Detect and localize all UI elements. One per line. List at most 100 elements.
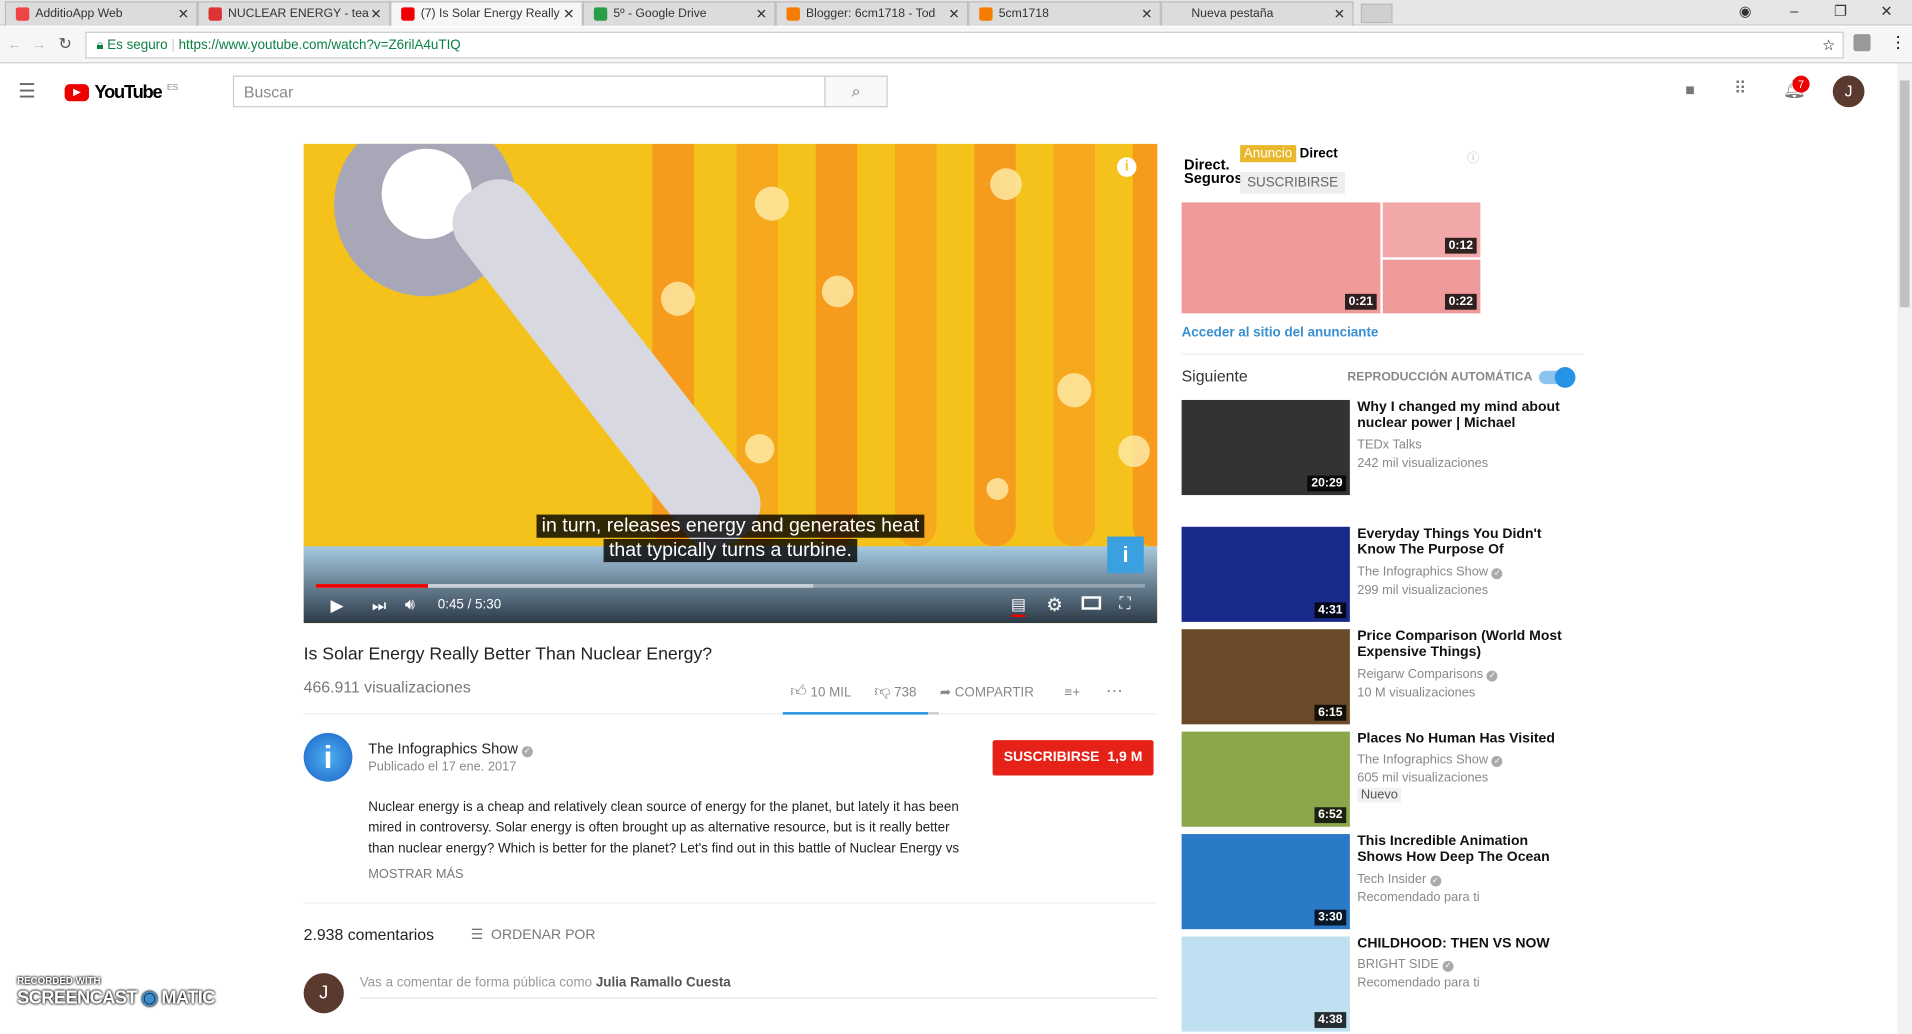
browser-tab[interactable]: 5º - Google Drive ✕ xyxy=(582,1,776,26)
page-scrollbar[interactable] xyxy=(1897,63,1912,1034)
video-title[interactable]: Price Comparison (World Most Expensive T… xyxy=(1357,629,1576,661)
volume-button[interactable]: 🔊︎ xyxy=(405,595,415,615)
video-title[interactable]: This Incredible Animation Shows How Deep… xyxy=(1357,834,1576,866)
browser-tab[interactable]: (7) Is Solar Energy Really ✕ xyxy=(390,1,583,26)
ad-thumbnail[interactable]: 0:12 xyxy=(1382,202,1481,258)
channel-watermark-icon[interactable]: i xyxy=(1107,536,1144,574)
maximize-button[interactable]: ❐ xyxy=(1834,2,1847,19)
channel-name: The Infographics Show ✓ xyxy=(1357,752,1503,768)
play-button[interactable]: ▶ xyxy=(330,595,343,616)
more-actions-icon[interactable]: ⋯ xyxy=(1106,680,1123,700)
star-icon[interactable]: ☆ xyxy=(1822,37,1835,54)
next-button[interactable]: ⏭︎ xyxy=(372,596,386,616)
info-card-icon[interactable]: i xyxy=(1116,157,1137,177)
browser-tab[interactable]: NUCLEAR ENERGY - tea ✕ xyxy=(197,1,391,26)
caption-line: that typically turns a turbine. xyxy=(604,538,857,563)
close-tab-icon[interactable]: ✕ xyxy=(948,6,959,22)
close-tab-icon[interactable]: ✕ xyxy=(756,6,767,22)
duration: 6:15 xyxy=(1314,704,1347,721)
account-avatar[interactable]: J xyxy=(1832,75,1865,108)
recommended-video[interactable]: 6:15 Price Comparison (World Most Expensi… xyxy=(1181,629,1584,725)
fullscreen-button[interactable]: ⛶ xyxy=(1119,594,1130,614)
comment-input[interactable]: Vas a comentar de forma pública como Jul… xyxy=(359,975,1158,999)
youtube-logo[interactable]: ▶ YouTube ES xyxy=(64,82,178,104)
share-button[interactable]: ➦ COMPARTIR xyxy=(940,685,1034,700)
video-title[interactable]: Why I changed my mind about nuclear powe… xyxy=(1357,400,1576,432)
description-line: mired in controversy. Solar energy is of… xyxy=(368,820,950,836)
show-more-button[interactable]: MOSTRAR MÁS xyxy=(368,867,463,882)
subscribe-button[interactable]: SUSCRIBIRSE 1,9 M xyxy=(992,740,1154,776)
close-tab-icon[interactable]: ✕ xyxy=(1334,6,1345,22)
video-thumbnail[interactable]: 3:30 xyxy=(1181,834,1350,930)
search-placeholder: Buscar xyxy=(243,82,294,102)
search-button[interactable]: ⌕ xyxy=(824,75,888,108)
recommended-video[interactable]: 4:31 Everyday Things You Didn't Know The … xyxy=(1181,526,1584,622)
add-to-playlist-icon[interactable]: ≡+ xyxy=(1065,685,1081,700)
settings-gear-icon[interactable]: ⚙︎ xyxy=(1046,594,1062,616)
favicon-icon xyxy=(979,7,993,21)
url-input[interactable]: 🔒︎ Es seguro | https://www.youtube.com/w… xyxy=(85,31,1844,59)
extension-icon[interactable] xyxy=(1853,34,1871,52)
sort-comments-button[interactable]: ☰ ORDENAR POR xyxy=(471,926,596,943)
minimize-button[interactable]: – xyxy=(1790,2,1798,19)
video-thumbnail[interactable]: 20:29 xyxy=(1181,399,1350,496)
watermark-line: RECORDED WITH xyxy=(17,975,101,987)
recommended-video[interactable]: 6:52 Places No Human Has Visited The Infog… xyxy=(1181,731,1584,827)
close-tab-icon[interactable]: ✕ xyxy=(178,6,189,22)
advertiser-logo[interactable]: Direct. Seguros xyxy=(1184,157,1243,185)
search-input[interactable]: Buscar xyxy=(232,75,826,108)
reload-icon[interactable]: ↻ xyxy=(59,34,72,54)
like-button[interactable]: 👍︎ 10 MIL xyxy=(790,682,851,700)
play-logo-icon: ▶ xyxy=(64,83,90,101)
browser-tab[interactable]: Blogger: 6cm1718 - Tod ✕ xyxy=(775,1,969,26)
profile-icon[interactable]: ◉ xyxy=(1739,2,1752,19)
autoplay-toggle[interactable] xyxy=(1538,367,1576,388)
video-player[interactable]: in turn, releases energy and generates h… xyxy=(303,143,1158,624)
advertiser-site-link[interactable]: Acceder al sitio del anunciante xyxy=(1182,326,1379,341)
tab-label: Blogger: 6cm1718 - Tod xyxy=(806,7,936,21)
upload-video-icon[interactable]: ■ xyxy=(1685,80,1695,98)
favicon-icon xyxy=(401,7,415,21)
close-window-button[interactable]: ✕ xyxy=(1880,2,1892,19)
video-title[interactable]: Everyday Things You Didn't Know The Purp… xyxy=(1357,527,1576,559)
channel-name-text: The Infographics Show xyxy=(1357,752,1489,768)
channel-name-text: TEDx Talks xyxy=(1357,437,1422,453)
video-thumbnail[interactable]: 4:38 xyxy=(1181,936,1350,1032)
browser-tab[interactable]: AdditioApp Web ✕ xyxy=(4,1,198,26)
sort-label: ORDENAR POR xyxy=(491,927,596,943)
menu-icon[interactable]: ⋮ xyxy=(1890,33,1906,53)
ad-thumbnail[interactable]: 0:22 xyxy=(1382,259,1481,314)
browser-tab[interactable]: 5cm1718 ✕ xyxy=(968,1,1161,26)
new-tab-button[interactable] xyxy=(1360,3,1393,24)
recommended-video[interactable]: 4:38 CHILDHOOD: THEN VS NOW BRIGHT SIDE ✓ Re… xyxy=(1181,936,1584,1032)
divider xyxy=(1181,353,1585,355)
comment-user: Julia Ramallo Cuesta xyxy=(595,975,731,991)
hamburger-icon[interactable]: ☰ xyxy=(18,79,35,103)
ad-thumbnail-main[interactable]: 0:21 xyxy=(1181,202,1381,314)
browser-tab[interactable]: Nueva pestaña ✕ xyxy=(1160,1,1354,26)
video-thumbnail[interactable]: 6:52 xyxy=(1181,731,1350,827)
video-thumbnail[interactable]: 4:31 xyxy=(1181,526,1350,622)
dislike-button[interactable]: 👎︎ 738 xyxy=(874,682,916,700)
theater-mode-button[interactable] xyxy=(1081,596,1102,610)
apps-icon[interactable]: ⠿ xyxy=(1734,78,1747,99)
video-thumbnail[interactable]: 6:15 xyxy=(1181,629,1350,725)
ad-info-icon[interactable]: ⓘ xyxy=(1467,148,1479,165)
video-title[interactable]: CHILDHOOD: THEN VS NOW xyxy=(1357,936,1576,952)
progress-bar[interactable] xyxy=(315,584,1146,588)
close-tab-icon[interactable]: ✕ xyxy=(1141,6,1152,22)
close-tab-icon[interactable]: ✕ xyxy=(370,6,381,22)
forward-icon[interactable]: → xyxy=(32,35,47,52)
subtitles-button[interactable]: ▤ xyxy=(1010,595,1026,618)
ad-subscribe-button[interactable]: SUSCRIBIRSE xyxy=(1240,171,1345,194)
channel-avatar[interactable]: i xyxy=(303,732,353,782)
recommended-video[interactable]: 3:30 This Incredible Animation Shows How … xyxy=(1181,834,1584,930)
video-title[interactable]: Places No Human Has Visited xyxy=(1357,732,1576,748)
time-display: 0:45 / 5:30 xyxy=(437,597,502,613)
recommended-video[interactable]: 20:29 Why I changed my mind about nuclear… xyxy=(1181,399,1584,496)
back-icon[interactable]: ← xyxy=(7,35,22,52)
video-meta: Recomendado para ti xyxy=(1357,890,1480,905)
favicon-icon xyxy=(208,7,222,21)
close-tab-icon[interactable]: ✕ xyxy=(563,6,574,22)
channel-name[interactable]: The Infographics Show ✓ xyxy=(368,740,533,758)
